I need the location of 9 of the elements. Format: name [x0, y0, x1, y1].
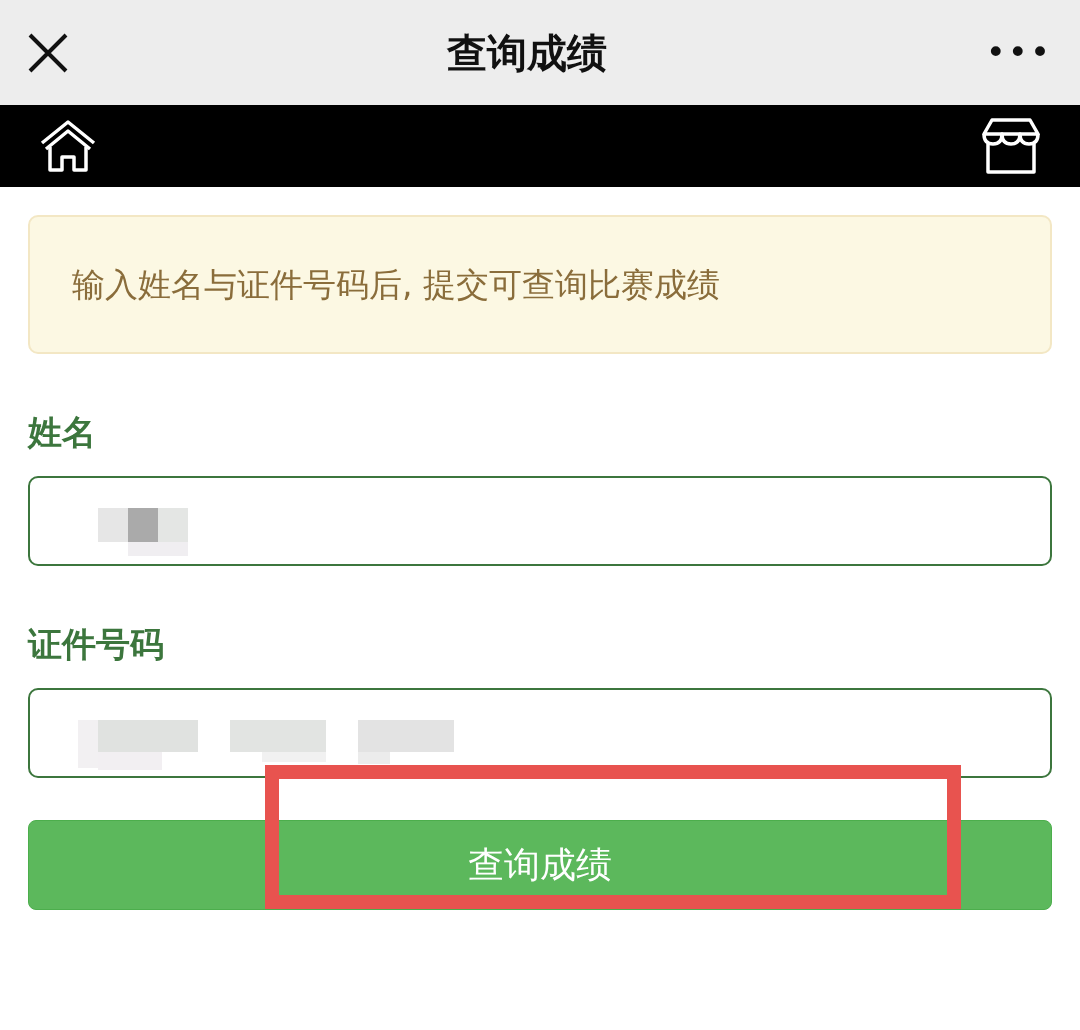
- input-field[interactable]: [28, 476, 1052, 566]
- notice-message: 输入姓名与证件号码后, 提交可查询比赛成绩: [28, 215, 1052, 354]
- field-label: 证件号码: [28, 623, 165, 666]
- store-icon[interactable]: [982, 118, 1040, 174]
- more-menu-button[interactable]: •••: [985, 27, 1052, 78]
- page-title: 查询成绩: [446, 28, 607, 78]
- home-icon[interactable]: [40, 119, 96, 173]
- close-icon[interactable]: [28, 32, 68, 73]
- field-label: 姓名: [28, 411, 97, 454]
